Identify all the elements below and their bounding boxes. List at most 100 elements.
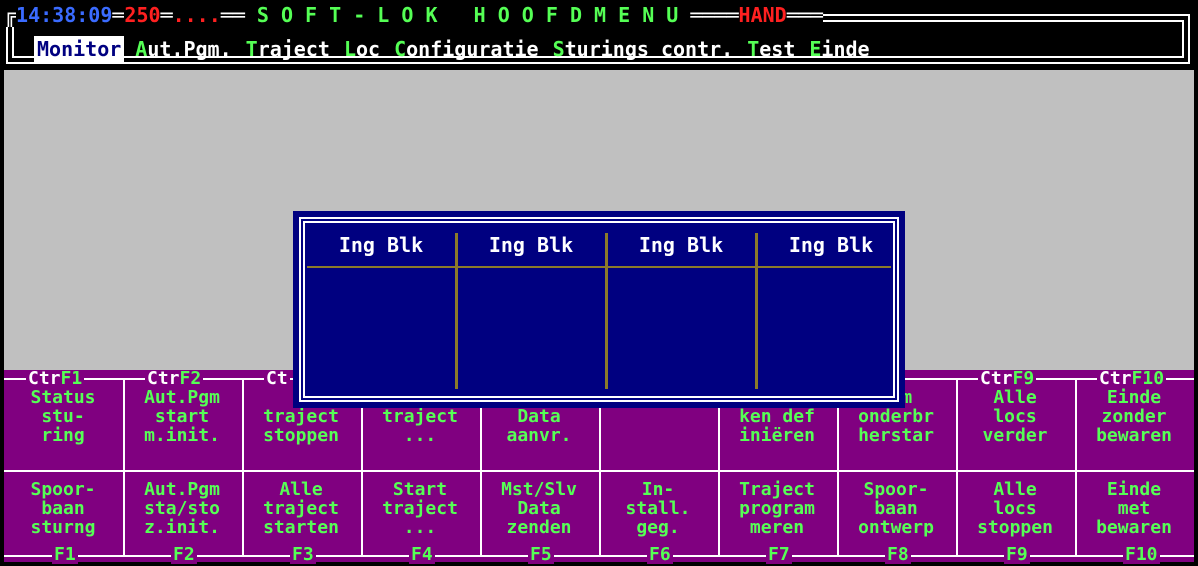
key-text-line: Data xyxy=(517,406,561,427)
ctrl-key-label-3: Ct xyxy=(264,370,290,388)
function-f10[interactable]: Einde met bewaren xyxy=(1080,480,1188,537)
ctrl-key: F1 xyxy=(60,368,83,389)
menu-item-traject[interactable]: Traject xyxy=(243,36,333,62)
menu-label: onitor xyxy=(49,37,122,61)
key-text-line: Aut.Pgm xyxy=(144,479,220,500)
key-text-line: Alle xyxy=(993,479,1037,500)
ctrl-key-label-2: CtrF2 xyxy=(145,368,204,389)
key-text-line: locs xyxy=(993,498,1037,519)
function-f9[interactable]: Alle locs stoppen xyxy=(961,480,1069,537)
fn-key-label-f5: F5 xyxy=(528,544,554,565)
key-text-line: baan xyxy=(41,498,85,519)
key-text-line: Alle xyxy=(993,387,1037,408)
menu-item-monitor[interactable]: Monitor xyxy=(34,36,125,62)
menu-item-einde[interactable]: Einde xyxy=(806,36,872,62)
function-f3[interactable]: Alle traject starten xyxy=(247,480,355,537)
fn-key-label-f7: F7 xyxy=(766,544,792,565)
app-title: S O F T - L O K H O O F D M E N U xyxy=(256,3,679,27)
function-f8[interactable]: Spoor-baan ontwerp xyxy=(842,480,950,537)
key-text-line: traject xyxy=(382,498,458,519)
key-text-line: traject xyxy=(263,498,339,519)
ctrl-key-label-1: CtrF1 xyxy=(26,368,85,389)
block-popup: Ing Blk Ing Blk Ing Blk Ing Blk xyxy=(293,211,905,408)
menu-item-configuratie[interactable]: Configuratie xyxy=(391,36,542,62)
ctrl-key: F10 xyxy=(1131,368,1165,389)
key-text-line: ... xyxy=(403,425,437,446)
key-text-line: onderbr xyxy=(858,406,934,427)
menu-item-sturings-contr[interactable]: Sturings contr. xyxy=(550,36,737,62)
panel-divider xyxy=(123,378,125,557)
ctrl-function-2[interactable]: Aut.Pgm start m.init. xyxy=(128,388,236,445)
menu-hotkey: M xyxy=(37,37,50,61)
fn-key-label-f6: F6 xyxy=(647,544,673,565)
ctrl-function-10[interactable]: Einde zonder bewaren xyxy=(1080,388,1188,445)
key-text-line: ring xyxy=(41,425,85,446)
function-f6[interactable]: In-stall. geg. xyxy=(604,480,712,537)
key-text-line: baan xyxy=(874,498,918,519)
function-f4[interactable]: Start traject... xyxy=(366,480,474,537)
ctrl-prefix: Ctr xyxy=(147,368,180,389)
key-text-line: Spoor- xyxy=(30,479,96,500)
fn-key-label-f4: F4 xyxy=(409,544,435,565)
menu-label: inde xyxy=(821,37,870,61)
key-text-line: start xyxy=(154,406,210,427)
key-text-line: program xyxy=(739,498,815,519)
fn-key-label-f8: F8 xyxy=(885,544,911,565)
fn-key-label-f1: F1 xyxy=(52,544,78,565)
ctrl-key-label-10: CtrF10 xyxy=(1097,368,1167,389)
fn-key-label-f2: F2 xyxy=(171,544,197,565)
key-text-line: geg. xyxy=(636,517,680,538)
panel-divider xyxy=(956,378,958,557)
key-text-line: bewaren xyxy=(1096,425,1172,446)
key-text-line: ken def xyxy=(739,406,815,427)
menu-label: oc xyxy=(355,37,381,61)
ctrl-function-1[interactable]: Status stu-ring xyxy=(9,388,117,445)
key-text-line: z.init. xyxy=(144,517,220,538)
function-f1[interactable]: Spoor-baan sturng xyxy=(9,480,117,537)
ctrl-function-9[interactable]: Alle locs verder xyxy=(961,388,1069,445)
key-text-line: met xyxy=(1117,498,1151,519)
function-f5[interactable]: Mst/Slv Data zenden xyxy=(485,480,593,537)
function-f7[interactable]: Traject program meren xyxy=(723,480,831,537)
key-text-line: herstar xyxy=(858,425,934,446)
panel-divider xyxy=(1075,378,1077,557)
fn-key-label-f10: F10 xyxy=(1123,544,1160,565)
key-text-line: traject xyxy=(263,406,339,427)
column-header: Ing Blk xyxy=(788,233,874,257)
key-text-line: Alle xyxy=(279,479,323,500)
ctrl-key: F2 xyxy=(179,368,202,389)
key-text-line: Start xyxy=(392,479,448,500)
key-text-line: ontwerp xyxy=(858,517,934,538)
key-text-line: stoppen xyxy=(263,425,339,446)
key-text-line: meren xyxy=(749,517,805,538)
menu-label: ut.Pgm. xyxy=(147,37,232,61)
menu-label: onfiguratie xyxy=(406,37,539,61)
key-text-line: sturng xyxy=(30,517,96,538)
top-bar: ╔14:38:09═250═....══ S O F T - L O K H O… xyxy=(4,3,1194,64)
main-menu: Monitor Aut.Pgm. Traject Loc Configuratie Stu… xyxy=(34,36,881,62)
fn-key-label-f3: F3 xyxy=(290,544,316,565)
ctrl-prefix: Ctr xyxy=(1099,368,1132,389)
column-separator xyxy=(605,233,608,389)
function-f2[interactable]: Aut.Pgm sta/sto z.init. xyxy=(128,480,236,537)
key-text-line: ... xyxy=(403,517,437,538)
key-text-line: Status xyxy=(30,387,96,408)
column-separator xyxy=(755,233,758,389)
menu-item-test[interactable]: Test xyxy=(744,36,798,62)
status-line: ╔14:38:09═250═....══ S O F T - L O K H O… xyxy=(4,3,823,27)
key-text-line: Einde xyxy=(1106,479,1162,500)
menu-item-aut-pgm[interactable]: Aut.Pgm. xyxy=(132,36,234,62)
key-text-line xyxy=(604,426,712,445)
menu-item-loc[interactable]: Loc xyxy=(341,36,383,62)
menu-hotkey: E xyxy=(809,37,822,61)
key-text-line: Aut.Pgm xyxy=(144,387,220,408)
menu-hotkey: T xyxy=(245,37,258,61)
key-text-line: Traject xyxy=(739,479,815,500)
popup-header-line xyxy=(307,266,891,268)
ctrl-prefix: Ctr xyxy=(28,368,61,389)
mode-indicator: HAND xyxy=(738,3,787,27)
key-text-line: stall. xyxy=(625,498,691,519)
menu-hotkey: C xyxy=(394,37,407,61)
key-text-line: starten xyxy=(263,517,339,538)
key-text-line: In- xyxy=(641,479,675,500)
